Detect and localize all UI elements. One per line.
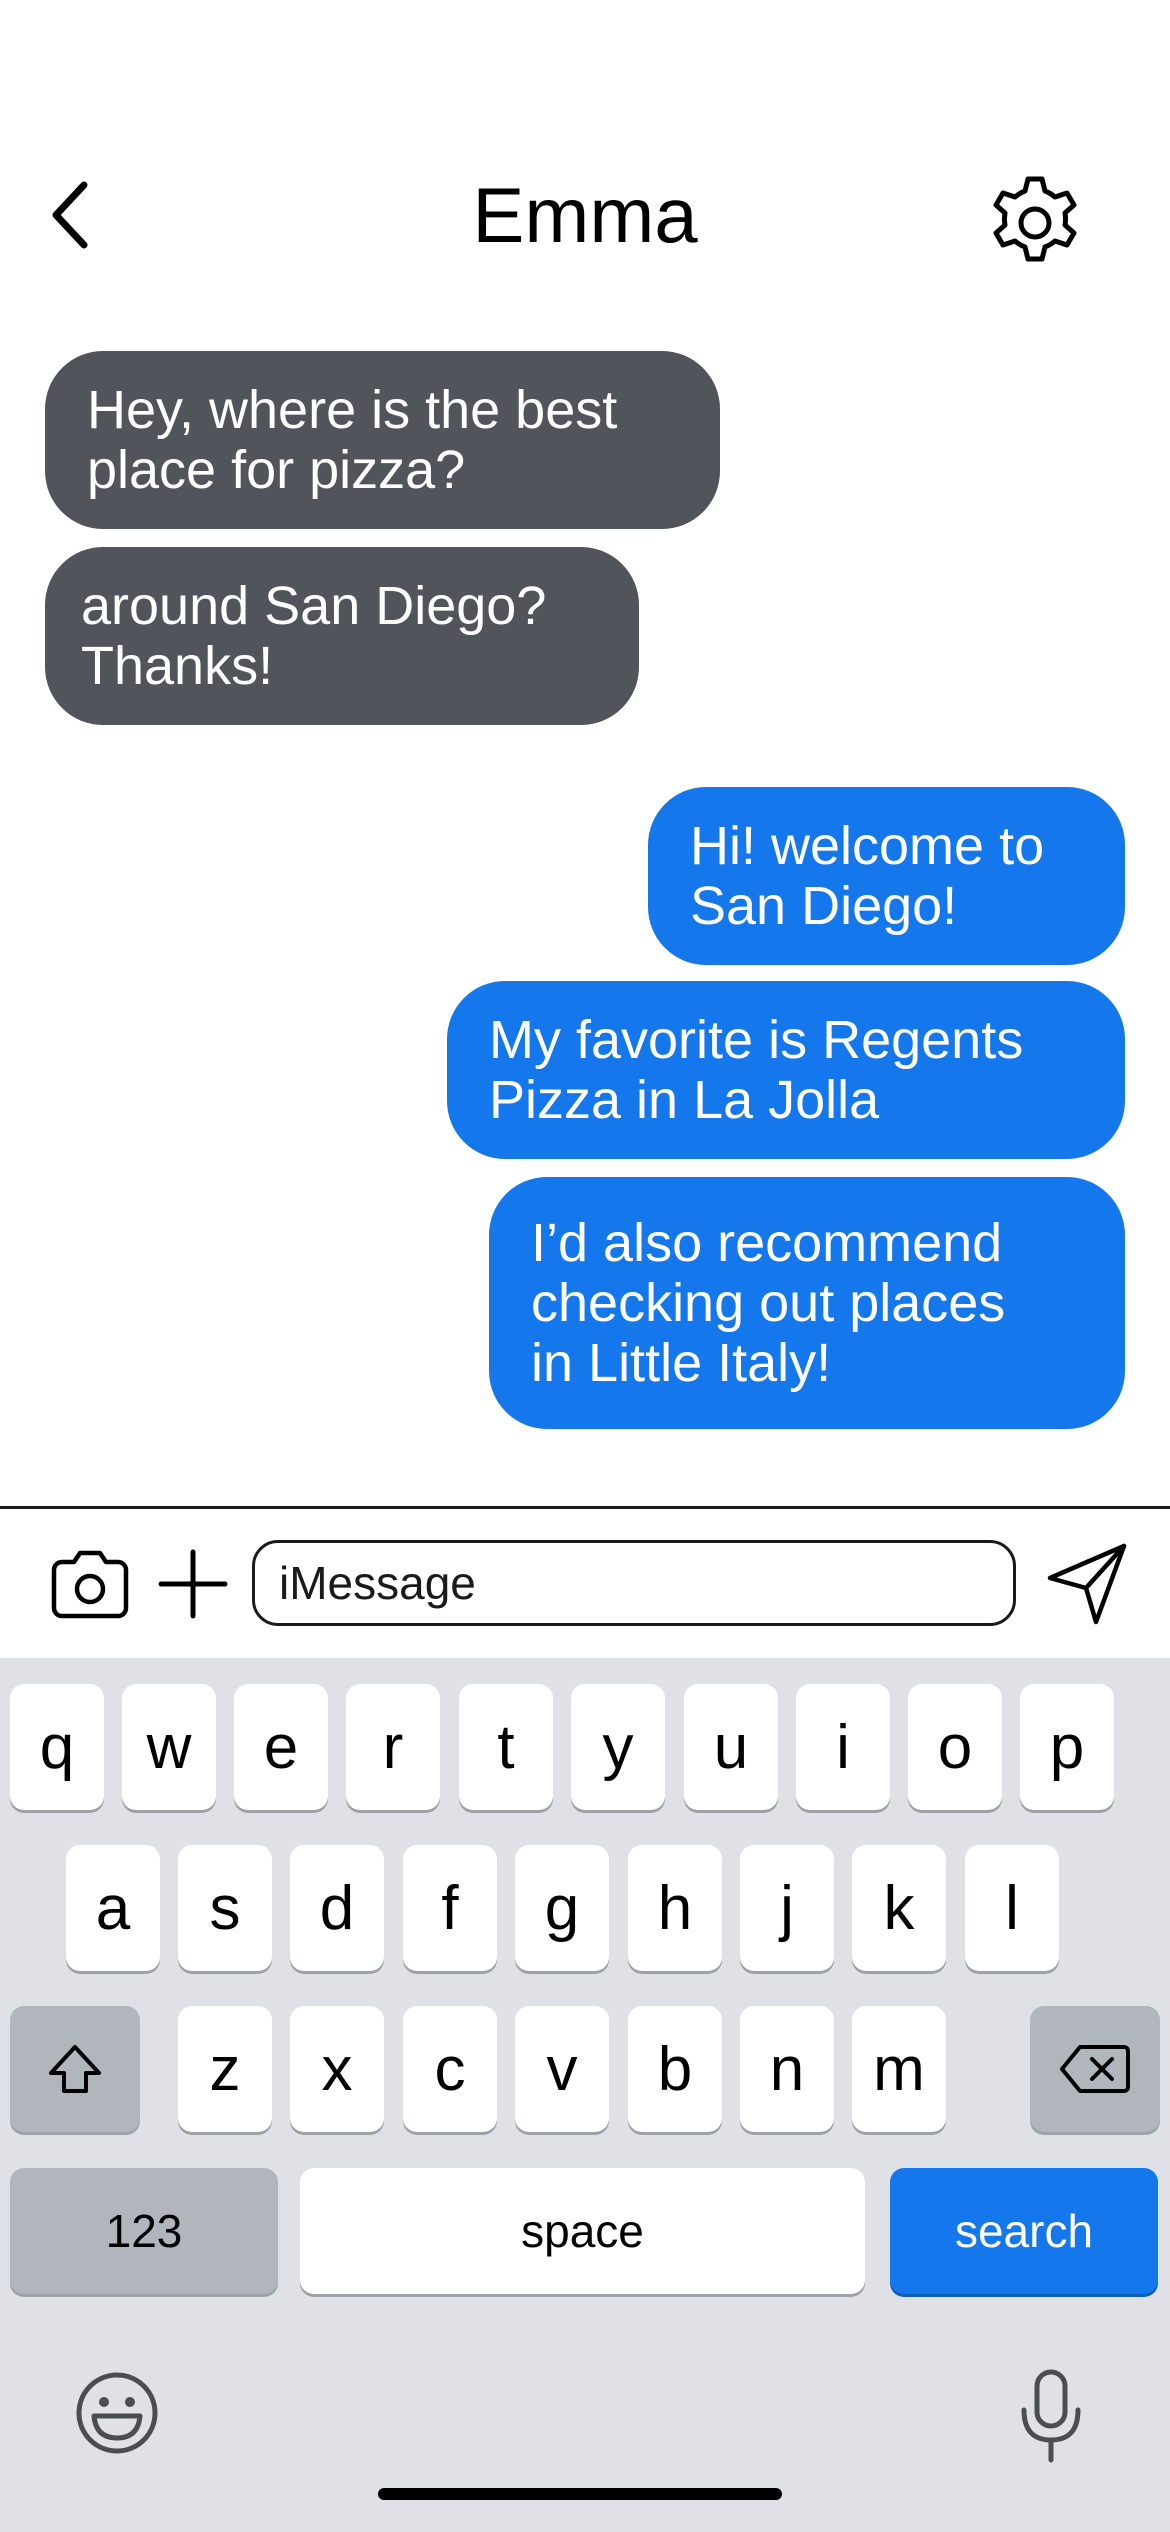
key-b[interactable]: b — [628, 2006, 722, 2132]
microphone-icon — [1021, 2369, 1081, 2463]
back-button[interactable] — [40, 170, 100, 260]
key-w[interactable]: w — [122, 1684, 216, 1810]
composer-divider — [0, 1506, 1170, 1509]
message-bubble-incoming[interactable]: around San Diego? Thanks! — [45, 547, 639, 725]
add-attachment-button[interactable] — [153, 1540, 233, 1628]
key-m[interactable]: m — [852, 2006, 946, 2132]
key-z[interactable]: z — [178, 2006, 272, 2132]
delete-key[interactable] — [1030, 2006, 1160, 2132]
plus-icon — [158, 1549, 228, 1619]
key-p[interactable]: p — [1020, 1684, 1114, 1810]
home-indicator[interactable] — [378, 2488, 782, 2500]
keyboard: q w e r t y u i o p a s d f g h j k l z … — [0, 1658, 1170, 2532]
chevron-left-icon — [52, 181, 88, 249]
message-bubble-incoming[interactable]: Hey, where is the best place for pizza? — [45, 351, 720, 529]
key-x[interactable]: x — [290, 2006, 384, 2132]
numbers-key[interactable]: 123 — [10, 2168, 278, 2294]
camera-button[interactable] — [46, 1540, 134, 1628]
key-n[interactable]: n — [740, 2006, 834, 2132]
key-j[interactable]: j — [740, 1845, 834, 1971]
send-icon — [1047, 1543, 1127, 1625]
message-bubble-outgoing[interactable]: My favorite is Regents Pizza in La Jolla — [447, 981, 1125, 1159]
key-c[interactable]: c — [403, 2006, 497, 2132]
message-input[interactable] — [252, 1540, 1016, 1626]
key-v[interactable]: v — [515, 2006, 609, 2132]
search-key[interactable]: search — [890, 2168, 1158, 2294]
settings-button[interactable] — [980, 168, 1090, 278]
space-key[interactable]: space — [300, 2168, 865, 2294]
delete-icon — [1060, 2045, 1130, 2093]
key-s[interactable]: s — [178, 1845, 272, 1971]
key-f[interactable]: f — [403, 1845, 497, 1971]
shift-key[interactable] — [10, 2006, 140, 2132]
gear-icon — [993, 176, 1077, 262]
message-bubble-outgoing[interactable]: I’d also recommend checking out places i… — [489, 1177, 1125, 1429]
camera-icon — [51, 1550, 129, 1619]
key-l[interactable]: l — [965, 1845, 1059, 1971]
key-t[interactable]: t — [459, 1684, 553, 1810]
key-r[interactable]: r — [346, 1684, 440, 1810]
key-g[interactable]: g — [515, 1845, 609, 1971]
send-button[interactable] — [1040, 1538, 1136, 1630]
key-a[interactable]: a — [66, 1845, 160, 1971]
key-i[interactable]: i — [796, 1684, 890, 1810]
dictation-button[interactable] — [1010, 2366, 1092, 2466]
emoji-button[interactable] — [72, 2368, 162, 2458]
emoji-icon — [76, 2372, 158, 2454]
key-k[interactable]: k — [852, 1845, 946, 1971]
key-e[interactable]: e — [234, 1684, 328, 1810]
key-y[interactable]: y — [571, 1684, 665, 1810]
shift-icon — [49, 2045, 101, 2093]
message-bubble-outgoing[interactable]: Hi! welcome to San Diego! — [648, 787, 1125, 965]
key-q[interactable]: q — [10, 1684, 104, 1810]
key-o[interactable]: o — [908, 1684, 1002, 1810]
key-h[interactable]: h — [628, 1845, 722, 1971]
key-u[interactable]: u — [684, 1684, 778, 1810]
key-d[interactable]: d — [290, 1845, 384, 1971]
